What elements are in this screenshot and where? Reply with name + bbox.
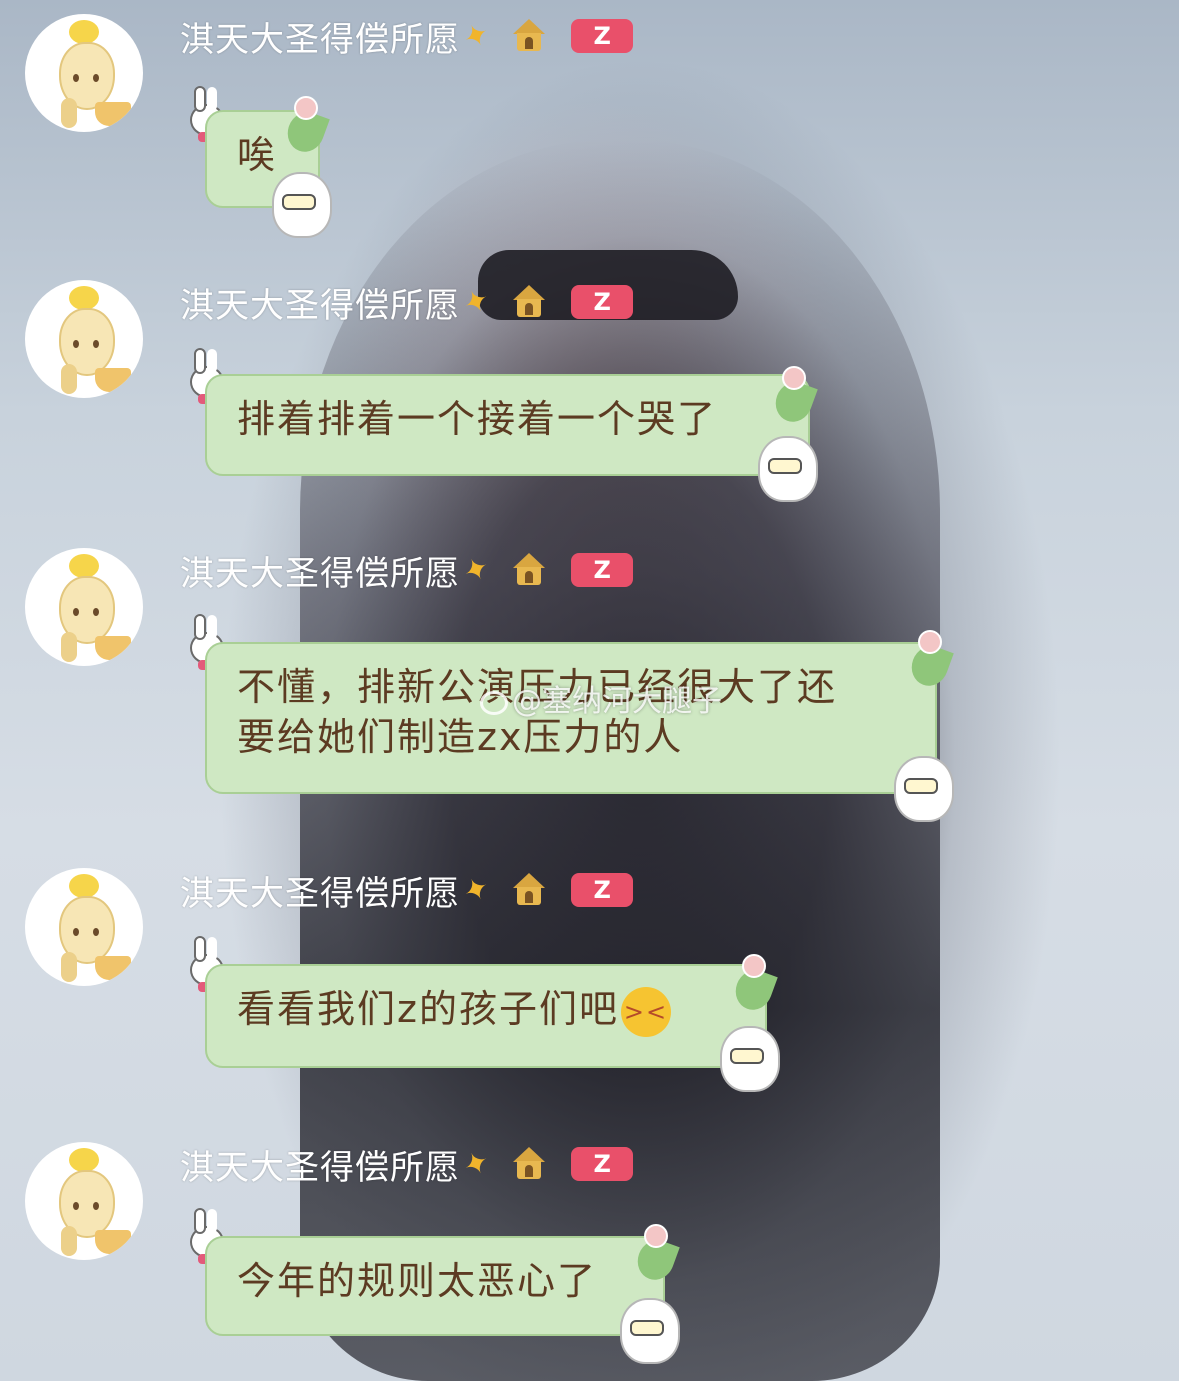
avatar-braid (61, 632, 77, 662)
avatar-braid (61, 952, 77, 982)
sender-name[interactable]: 淇天大圣得偿所愿 (180, 1140, 460, 1189)
avatar-cup (95, 636, 131, 660)
message-bubble[interactable]: 排着排着一个接着一个哭了 (205, 374, 810, 476)
avatar-braid (61, 98, 77, 128)
crying-angry-face-icon: >< (620, 986, 671, 1037)
avatar-braid (61, 1226, 77, 1256)
avatar-cup (95, 368, 131, 392)
leaf-decoration-icon (730, 954, 778, 1012)
leaf-decoration-icon (906, 630, 954, 688)
avatar[interactable] (25, 14, 143, 132)
home-icon (511, 19, 547, 53)
sender-row: 淇天大圣得偿所愿 ✦ Z (180, 1142, 634, 1188)
watermark-text: @塞纳河大腿子 (512, 684, 722, 719)
sparkle-icon: ✦ (457, 1142, 496, 1186)
home-icon (511, 285, 547, 319)
avatar[interactable] (25, 280, 143, 398)
group-badge: Z (571, 1147, 634, 1181)
avatar-braid (61, 364, 77, 394)
sender-name[interactable]: 淇天大圣得偿所愿 (180, 546, 460, 595)
group-badge: Z (571, 873, 634, 907)
sparkle-icon: ✦ (457, 280, 496, 324)
weibo-logo-icon (480, 690, 508, 715)
avatar[interactable] (25, 548, 143, 666)
avatar-chick (69, 1148, 99, 1172)
message-text: 排着排着一个接着一个哭了 (237, 397, 718, 441)
avatar-chick (69, 286, 99, 310)
mascot-sticker-icon (756, 430, 818, 502)
sender-row: 淇天大圣得偿所愿 ✦ Z (180, 280, 634, 326)
message-bubble[interactable]: 看看我们z的孩子们吧 >< (205, 964, 767, 1068)
home-icon (511, 1147, 547, 1181)
sender-row: 淇天大圣得偿所愿 ✦ Z (180, 14, 634, 60)
avatar-cup (95, 102, 131, 126)
leaf-decoration-icon (282, 96, 330, 154)
message-text: 看看我们z的孩子们吧 (237, 987, 619, 1031)
sparkle-icon: ✦ (457, 14, 496, 58)
group-badge: Z (571, 19, 634, 53)
avatar-chick (69, 554, 99, 578)
sender-row: 淇天大圣得偿所愿 ✦ Z (180, 868, 634, 914)
sender-name[interactable]: 淇天大圣得偿所愿 (180, 278, 460, 327)
sparkle-icon: ✦ (457, 548, 496, 592)
mascot-sticker-icon (270, 166, 332, 238)
avatar[interactable] (25, 868, 143, 986)
message-bubble[interactable]: 今年的规则太恶心了 (205, 1236, 665, 1336)
mascot-sticker-icon (618, 1292, 680, 1364)
avatar-chick (69, 874, 99, 898)
leaf-decoration-icon (632, 1224, 680, 1282)
group-badge: Z (571, 285, 634, 319)
avatar[interactable] (25, 1142, 143, 1260)
home-icon (511, 553, 547, 587)
home-icon (511, 873, 547, 907)
sender-row: 淇天大圣得偿所愿 ✦ Z (180, 548, 634, 594)
sender-name[interactable]: 淇天大圣得偿所愿 (180, 12, 460, 61)
weibo-watermark: @塞纳河大腿子 (480, 676, 722, 720)
message-text: 今年的规则太恶心了 (237, 1259, 598, 1303)
sender-name[interactable]: 淇天大圣得偿所愿 (180, 866, 460, 915)
avatar-cup (95, 1230, 131, 1254)
sparkle-icon: ✦ (457, 868, 496, 912)
mascot-sticker-icon (718, 1020, 780, 1092)
group-badge: Z (571, 553, 634, 587)
mascot-sticker-icon (892, 750, 954, 822)
avatar-chick (69, 20, 99, 44)
avatar-cup (95, 956, 131, 980)
leaf-decoration-icon (770, 366, 818, 424)
